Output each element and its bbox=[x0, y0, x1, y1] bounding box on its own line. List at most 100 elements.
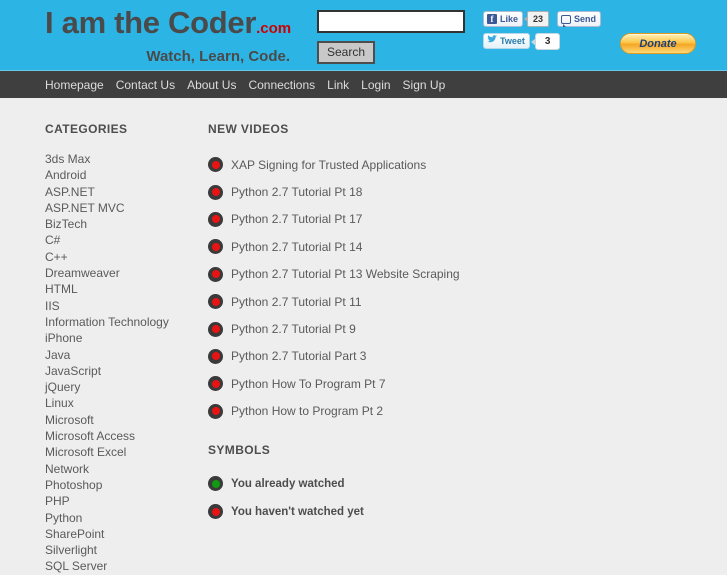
video-list-item[interactable]: Python 2.7 Tutorial Pt 13 Website Scrapi… bbox=[208, 261, 460, 288]
unwatched-status-icon bbox=[208, 239, 223, 255]
facebook-send-button[interactable]: Send bbox=[557, 11, 602, 27]
categories-heading: CATEGORIES bbox=[45, 122, 128, 136]
page-content: CATEGORIES 3ds Max Android ASP.NET ASP.NET … bbox=[0, 98, 727, 575]
logo-domain-suffix: .com bbox=[256, 20, 292, 37]
site-header: I am the Coder.com Watch, Learn, Code. S… bbox=[0, 0, 727, 70]
symbol-legend-item: You haven't watched yet bbox=[208, 498, 460, 526]
facebook-like-button[interactable]: f Like bbox=[483, 11, 524, 27]
site-logo[interactable]: I am the Coder.com Watch, Learn, Code. bbox=[45, 6, 295, 66]
twitter-bird-svg bbox=[487, 35, 498, 43]
category-item[interactable]: Dreamweaver bbox=[45, 265, 205, 281]
facebook-icon: f bbox=[487, 14, 497, 24]
new-videos-list: XAP Signing for Trusted Applications Pyth… bbox=[208, 151, 460, 425]
category-item[interactable]: JavaScript bbox=[45, 363, 205, 379]
video-list-item[interactable]: Python How To Program Pt 7 bbox=[208, 370, 460, 397]
main-column: NEW VIDEOS XAP Signing for Trusted Appli… bbox=[208, 122, 460, 575]
video-title: Python 2.7 Tutorial Part 3 bbox=[231, 349, 367, 364]
category-item[interactable]: C# bbox=[45, 232, 205, 248]
send-bubble-icon bbox=[561, 14, 572, 27]
twitter-tweet-count: 3 bbox=[530, 32, 561, 50]
category-item[interactable]: HTML bbox=[45, 281, 205, 297]
category-item[interactable]: Network bbox=[45, 461, 205, 477]
symbols-heading: SYMBOLS bbox=[208, 442, 271, 457]
category-item[interactable]: Android bbox=[45, 167, 205, 183]
facebook-like-count: 23 bbox=[524, 11, 550, 27]
twitter-bird-icon bbox=[487, 35, 498, 47]
video-title: Python 2.7 Tutorial Pt 17 bbox=[231, 212, 363, 227]
search-button[interactable]: Search bbox=[317, 41, 376, 64]
category-item[interactable]: Microsoft bbox=[45, 412, 205, 428]
unwatched-status-icon bbox=[208, 294, 223, 310]
category-item[interactable]: Microsoft Access bbox=[45, 428, 205, 444]
donate-button[interactable]: Donate bbox=[620, 33, 696, 54]
unwatched-status-icon bbox=[208, 157, 223, 173]
category-item[interactable]: SharePoint bbox=[45, 526, 205, 542]
nav-item-login[interactable]: Login bbox=[361, 78, 390, 92]
search-input[interactable] bbox=[317, 10, 465, 33]
categories-sidebar: CATEGORIES 3ds Max Android ASP.NET ASP.NET … bbox=[0, 122, 205, 575]
unwatched-status-icon bbox=[208, 321, 223, 337]
video-list-item[interactable]: Python 2.7 Tutorial Pt 11 bbox=[208, 288, 460, 315]
nav-item-about-us[interactable]: About Us bbox=[187, 78, 236, 92]
symbol-legend-label: You haven't watched yet bbox=[231, 505, 364, 518]
category-item[interactable]: 3ds Max bbox=[45, 151, 205, 167]
social-row-facebook: f Like 23 Send bbox=[483, 10, 602, 28]
nav-item-contact-us[interactable]: Contact Us bbox=[116, 78, 175, 92]
video-title: Python How To Program Pt 7 bbox=[231, 376, 386, 391]
category-item[interactable]: Java bbox=[45, 347, 205, 363]
symbol-legend-label: You already watched bbox=[231, 477, 345, 490]
video-title: Python 2.7 Tutorial Pt 13 Website Scrapi… bbox=[231, 267, 460, 282]
category-item[interactable]: Python bbox=[45, 510, 205, 526]
unwatched-status-icon bbox=[208, 504, 223, 520]
main-navigation: Homepage Contact Us About Us Connections… bbox=[0, 70, 727, 98]
category-item[interactable]: BizTech bbox=[45, 216, 205, 232]
logo-tagline: Watch, Learn, Code. bbox=[146, 48, 290, 65]
search-form: Search bbox=[317, 10, 465, 64]
category-item[interactable]: IIS bbox=[45, 298, 205, 314]
new-videos-heading: NEW VIDEOS bbox=[208, 122, 289, 136]
category-item[interactable]: Microsoft Excel bbox=[45, 444, 205, 460]
facebook-send-label: Send bbox=[574, 14, 597, 24]
category-item[interactable]: Information Technology bbox=[45, 314, 205, 330]
category-item[interactable]: ASP.NET bbox=[45, 184, 205, 200]
category-item[interactable]: ASP.NET MVC bbox=[45, 200, 205, 216]
video-list-item[interactable]: Python 2.7 Tutorial Pt 14 bbox=[208, 233, 460, 260]
twitter-tweet-button[interactable]: Tweet bbox=[483, 33, 530, 49]
nav-item-homepage[interactable]: Homepage bbox=[45, 78, 104, 92]
facebook-like-label: Like bbox=[500, 14, 519, 24]
social-row-twitter: Tweet 3 bbox=[483, 32, 601, 50]
watched-status-icon bbox=[208, 476, 223, 492]
video-title: Python 2.7 Tutorial Pt 14 bbox=[231, 239, 363, 254]
unwatched-status-icon bbox=[208, 211, 223, 227]
social-buttons: f Like 23 Send Tweet 3 bbox=[483, 10, 602, 54]
unwatched-status-icon bbox=[208, 348, 223, 364]
nav-item-connections[interactable]: Connections bbox=[248, 78, 315, 92]
video-title: Python 2.7 Tutorial Pt 18 bbox=[231, 185, 363, 200]
category-item[interactable]: jQuery bbox=[45, 379, 205, 395]
category-item[interactable]: PHP bbox=[45, 493, 205, 509]
symbols-legend: You already watched You haven't watched y… bbox=[208, 470, 460, 526]
logo-title-text: I am the Coder bbox=[45, 5, 257, 40]
video-list-item[interactable]: Python How to Program Pt 2 bbox=[208, 398, 460, 425]
nav-item-sign-up[interactable]: Sign Up bbox=[403, 78, 446, 92]
video-title: XAP Signing for Trusted Applications bbox=[231, 157, 427, 172]
logo-title: I am the Coder.com bbox=[45, 6, 295, 46]
video-list-item[interactable]: XAP Signing for Trusted Applications bbox=[208, 151, 460, 178]
video-list-item[interactable]: Python 2.7 Tutorial Part 3 bbox=[208, 343, 460, 370]
category-item[interactable]: Linux bbox=[45, 395, 205, 411]
video-title: Python 2.7 Tutorial Pt 11 bbox=[231, 294, 362, 309]
unwatched-status-icon bbox=[208, 376, 223, 392]
video-list-item[interactable]: Python 2.7 Tutorial Pt 18 bbox=[208, 178, 460, 205]
unwatched-status-icon bbox=[208, 184, 223, 200]
category-item[interactable]: iPhone bbox=[45, 330, 205, 346]
category-item[interactable]: Photoshop bbox=[45, 477, 205, 493]
unwatched-status-icon bbox=[208, 403, 223, 419]
category-item[interactable]: SQL Server bbox=[45, 558, 205, 574]
categories-list: 3ds Max Android ASP.NET ASP.NET MVC BizTech C… bbox=[45, 151, 205, 575]
video-list-item[interactable]: Python 2.7 Tutorial Pt 17 bbox=[208, 206, 460, 233]
symbol-legend-item: You already watched bbox=[208, 470, 460, 498]
nav-item-link[interactable]: Link bbox=[327, 78, 349, 92]
unwatched-status-icon bbox=[208, 266, 223, 282]
video-list-item[interactable]: Python 2.7 Tutorial Pt 9 bbox=[208, 315, 460, 342]
category-item[interactable]: C++ bbox=[45, 249, 205, 265]
